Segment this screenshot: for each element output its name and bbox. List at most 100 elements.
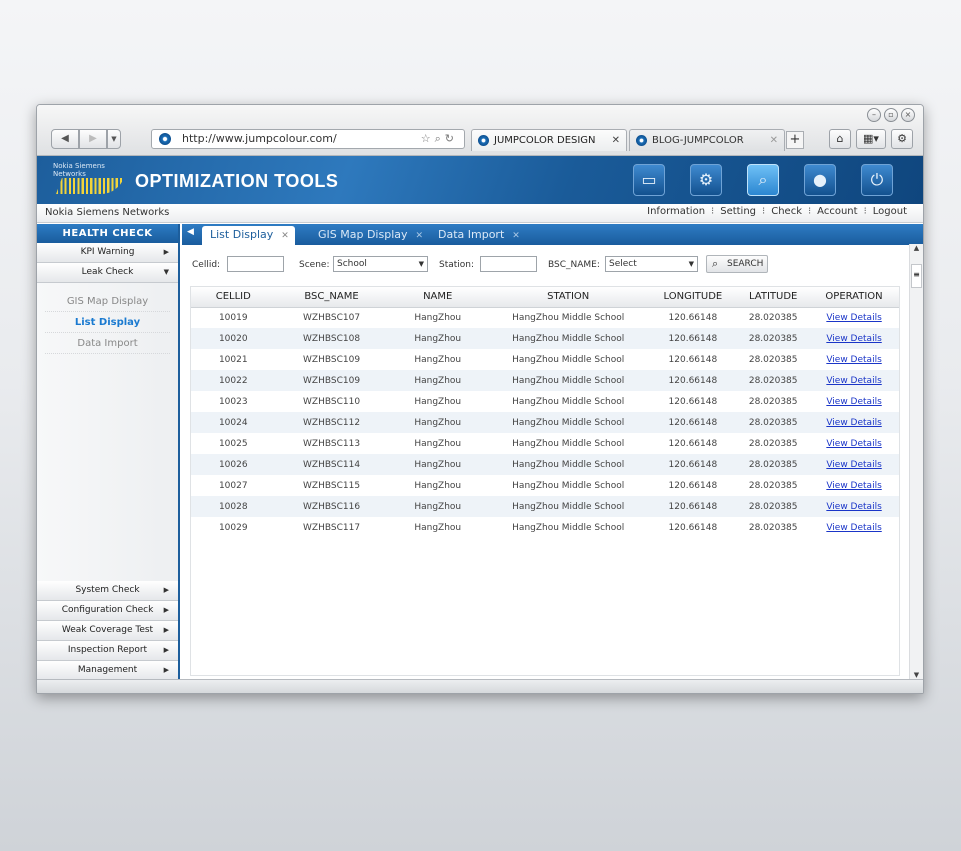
history-dropdown-icon[interactable]: ▼ xyxy=(107,129,121,149)
close-tab-icon[interactable]: ✕ xyxy=(416,231,424,241)
tab-list-display[interactable]: List Display ✕ xyxy=(202,226,295,245)
sidebar-item-inspection-report[interactable]: Inspection Report ▶ xyxy=(37,641,178,661)
view-details-link[interactable]: View Details xyxy=(826,376,881,386)
view-details-link[interactable]: View Details xyxy=(826,460,881,470)
scene-select[interactable]: School ▼ xyxy=(333,256,428,272)
view-details-link[interactable]: View Details xyxy=(826,355,881,365)
scroll-up-icon[interactable]: ▲ xyxy=(910,244,923,252)
browser-tab-jumpcolor-design[interactable]: JUMPCOLOR DESIGN ✕ xyxy=(471,129,627,151)
table-cell: HangZhou xyxy=(414,396,462,407)
new-tab-button[interactable]: + xyxy=(786,131,804,149)
scroll-thumb[interactable]: ≡ xyxy=(911,264,922,288)
sidebar-item-leak-check[interactable]: Leak Check ▼ xyxy=(37,263,178,283)
table-cell: 10028 xyxy=(191,496,276,517)
close-tab-icon[interactable]: ✕ xyxy=(612,130,620,151)
column-header[interactable]: LONGITUDE xyxy=(648,287,738,308)
close-icon[interactable]: × xyxy=(901,108,915,122)
sidebar: HEALTH CHECK KPI Warning ▶ Leak Check ▼ … xyxy=(37,224,180,681)
table-cell: 10024 xyxy=(191,412,276,433)
menu-logout[interactable]: Logout xyxy=(873,206,907,217)
site-icon xyxy=(478,135,489,146)
sidebar-item-configuration-check[interactable]: Configuration Check ▶ xyxy=(37,601,178,621)
gear-icon[interactable]: ⚙ xyxy=(690,164,722,196)
tab-scroll-left-icon[interactable]: ◀ xyxy=(187,227,194,237)
table-cell: 120.66148 xyxy=(668,522,718,533)
station-input[interactable] xyxy=(480,256,537,272)
column-header[interactable]: OPERATION xyxy=(809,287,899,308)
sidebar-sub-list-display[interactable]: List Display xyxy=(45,312,170,333)
table-cell: 28.020385 xyxy=(737,370,810,391)
table-cell: HangZhou xyxy=(414,438,462,449)
tab-label: Data Import xyxy=(438,228,505,241)
view-details-link[interactable]: View Details xyxy=(826,334,881,344)
search-icon[interactable]: ⌕ xyxy=(747,164,779,196)
close-tab-icon[interactable]: ✕ xyxy=(512,231,520,241)
menu-information[interactable]: Information xyxy=(647,206,705,217)
home-icon[interactable]: ⌂ xyxy=(829,129,851,149)
top-menu: Information ⁝ Setting ⁝ Check ⁝ Account ⁝ Lo… xyxy=(647,206,907,217)
table-cell: 120.66148 xyxy=(648,454,738,475)
browser-tab-blog-jumpcolor[interactable]: BLOG-JUMPCOLOR ✕ xyxy=(629,129,785,151)
sidebar-sub-gis-map-display[interactable]: GIS Map Display xyxy=(45,291,170,312)
bsc-name-select[interactable]: Select ▼ xyxy=(605,256,698,272)
vertical-scrollbar[interactable]: ▲ ≡ ▼ xyxy=(909,244,923,681)
close-tab-icon[interactable]: ✕ xyxy=(770,130,778,151)
search-icon: ⌕ xyxy=(712,257,719,270)
view-details-link[interactable]: View Details xyxy=(826,397,881,407)
user-icon[interactable]: ● xyxy=(804,164,836,196)
wrench-icon[interactable]: ⚙ xyxy=(891,129,913,149)
column-header[interactable]: LATITUDE xyxy=(737,287,810,308)
table-cell: WZHBSC114 xyxy=(275,454,388,475)
search-button[interactable]: ⌕ SEARCH xyxy=(706,255,768,273)
search-icon[interactable]: ⌕ xyxy=(435,132,445,145)
column-header[interactable]: CELLID xyxy=(191,287,276,308)
monitor-icon[interactable]: ▭ xyxy=(633,164,665,196)
table-cell: HangZhou Middle School xyxy=(487,454,649,475)
window-controls: – ▫ × xyxy=(867,108,915,122)
forward-icon[interactable]: ▶ xyxy=(79,129,107,149)
menu-check[interactable]: Check xyxy=(771,206,802,217)
back-icon[interactable]: ◀ xyxy=(51,129,79,149)
view-details-link[interactable]: View Details xyxy=(826,481,881,491)
view-details-link[interactable]: View Details xyxy=(826,502,881,512)
cellid-input[interactable] xyxy=(227,256,284,272)
column-header[interactable]: BSC_NAME xyxy=(275,287,388,308)
url-text[interactable]: http://www.jumpcolour.com/ xyxy=(182,132,337,145)
reload-icon[interactable]: ↻ xyxy=(445,132,458,145)
tab-data-import[interactable]: Data Import ✕ xyxy=(438,226,520,245)
grid-menu-icon[interactable]: ▦▾ xyxy=(856,129,886,149)
sidebar-sub-data-import[interactable]: Data Import xyxy=(45,333,170,354)
logo: Nokia Siemens Networks xyxy=(53,162,105,178)
star-icon[interactable]: ☆ xyxy=(421,132,435,145)
view-details-link[interactable]: View Details xyxy=(826,523,881,533)
scroll-down-icon[interactable]: ▼ xyxy=(910,671,923,679)
operation-cell: View Details xyxy=(809,433,899,454)
view-details-link[interactable]: View Details xyxy=(826,439,881,449)
view-details-link[interactable]: View Details xyxy=(826,418,881,428)
site-icon xyxy=(159,133,171,145)
menu-account[interactable]: Account xyxy=(817,206,857,217)
table-cell: 28.020385 xyxy=(748,480,798,491)
address-bar[interactable]: http://www.jumpcolour.com/ ☆⌕↻ xyxy=(151,129,465,149)
table-cell: 120.66148 xyxy=(668,480,718,491)
sidebar-item-kpi-warning[interactable]: KPI Warning ▶ xyxy=(37,243,178,263)
table-cell: 28.020385 xyxy=(748,312,798,323)
sidebar-item-weak-coverage-test[interactable]: Weak Coverage Test ▶ xyxy=(37,621,178,641)
table-cell: HangZhou Middle School xyxy=(512,480,625,491)
minimize-icon[interactable]: – xyxy=(867,108,881,122)
table-cell: WZHBSC107 xyxy=(303,312,361,323)
column-header[interactable]: STATION xyxy=(487,287,649,308)
table-cell: 10023 xyxy=(218,396,248,407)
sidebar-item-management[interactable]: Management ▶ xyxy=(37,661,178,681)
table-cell: HangZhou xyxy=(414,522,462,533)
power-icon[interactable]: ⏻ xyxy=(861,164,893,196)
table-cell: WZHBSC113 xyxy=(303,438,361,449)
view-details-link[interactable]: View Details xyxy=(826,313,881,323)
close-tab-icon[interactable]: ✕ xyxy=(281,231,289,241)
maximize-icon[interactable]: ▫ xyxy=(884,108,898,122)
tab-gis-map-display[interactable]: GIS Map Display ✕ xyxy=(318,226,423,245)
menu-setting[interactable]: Setting xyxy=(720,206,756,217)
sidebar-item-system-check[interactable]: System Check ▶ xyxy=(37,581,178,601)
column-header[interactable]: NAME xyxy=(387,287,488,308)
table-cell: 120.66148 xyxy=(668,438,718,449)
